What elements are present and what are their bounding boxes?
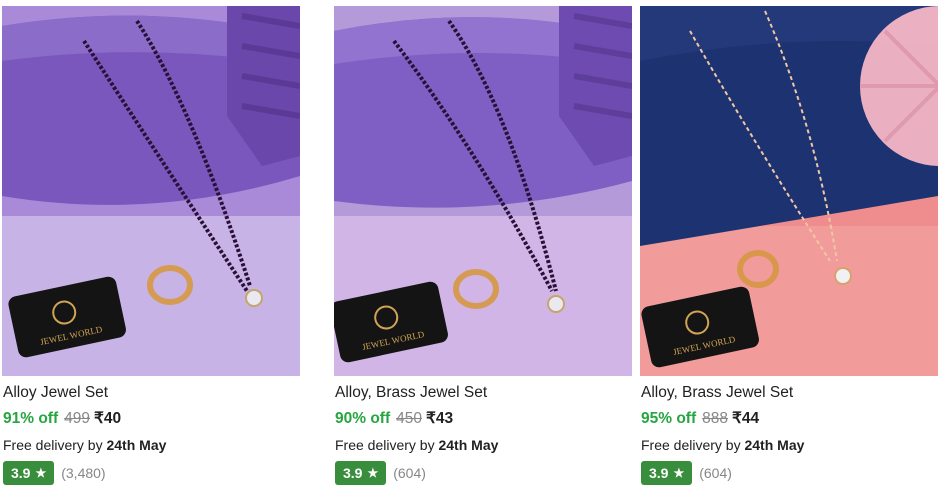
rating-badge[interactable]: 3.9 ★	[641, 461, 693, 485]
rating-count: (3,480)	[61, 465, 106, 481]
rating-count: (604)	[393, 465, 426, 481]
discount-text: 90% off	[335, 410, 391, 427]
sale-price: ₹40	[94, 410, 122, 427]
product-card[interactable]: JEWEL WORLD Alloy, Brass Jewel Set 95% o…	[640, 0, 940, 490]
delivery-date: 24th May	[744, 437, 805, 453]
product-image[interactable]: JEWEL WORLD	[640, 6, 938, 376]
delivery-prefix: Free delivery by	[335, 437, 435, 453]
discount-text: 95% off	[641, 410, 697, 427]
rating-value: 3.9	[649, 465, 669, 481]
rating-row: 3.9 ★ (3,480)	[3, 460, 106, 486]
delivery-prefix: Free delivery by	[3, 437, 103, 453]
rating-count: (604)	[699, 465, 732, 481]
rating-row: 3.9 ★ (604)	[641, 460, 732, 486]
mrp-strikethrough: 499	[64, 410, 90, 427]
rating-value: 3.9	[343, 465, 363, 481]
star-icon: ★	[367, 466, 379, 480]
product-image[interactable]: JEWEL WORLD	[334, 6, 632, 376]
product-grid: JEWEL WORLD Alloy Jewel Set 91% off 499 ₹4…	[0, 0, 944, 490]
product-title[interactable]: Alloy, Brass Jewel Set	[641, 384, 793, 402]
product-image[interactable]: JEWEL WORLD	[2, 6, 300, 376]
rating-row: 3.9 ★ (604)	[335, 460, 426, 486]
price-row: 91% off 499 ₹40	[3, 409, 121, 428]
product-title[interactable]: Alloy Jewel Set	[3, 384, 108, 402]
delivery-info: Free delivery by 24th May	[3, 437, 166, 453]
delivery-prefix: Free delivery by	[641, 437, 741, 453]
delivery-date: 24th May	[106, 437, 167, 453]
star-icon: ★	[673, 466, 685, 480]
delivery-date: 24th May	[438, 437, 499, 453]
sale-price: ₹43	[426, 410, 454, 427]
product-title[interactable]: Alloy, Brass Jewel Set	[335, 384, 487, 402]
product-card[interactable]: JEWEL WORLD Alloy Jewel Set 91% off 499 ₹4…	[2, 0, 302, 490]
rating-badge[interactable]: 3.9 ★	[335, 461, 387, 485]
sale-price: ₹44	[732, 410, 760, 427]
delivery-info: Free delivery by 24th May	[641, 437, 804, 453]
rating-value: 3.9	[11, 465, 31, 481]
delivery-info: Free delivery by 24th May	[335, 437, 498, 453]
product-card[interactable]: JEWEL WORLD Alloy, Brass Jewel Set 90% o…	[334, 0, 634, 490]
star-icon: ★	[35, 466, 47, 480]
price-row: 95% off 888 ₹44	[641, 409, 759, 428]
mrp-strikethrough: 888	[702, 410, 728, 427]
price-row: 90% off 450 ₹43	[335, 409, 453, 428]
mrp-strikethrough: 450	[396, 410, 422, 427]
discount-text: 91% off	[3, 410, 59, 427]
rating-badge[interactable]: 3.9 ★	[3, 461, 55, 485]
